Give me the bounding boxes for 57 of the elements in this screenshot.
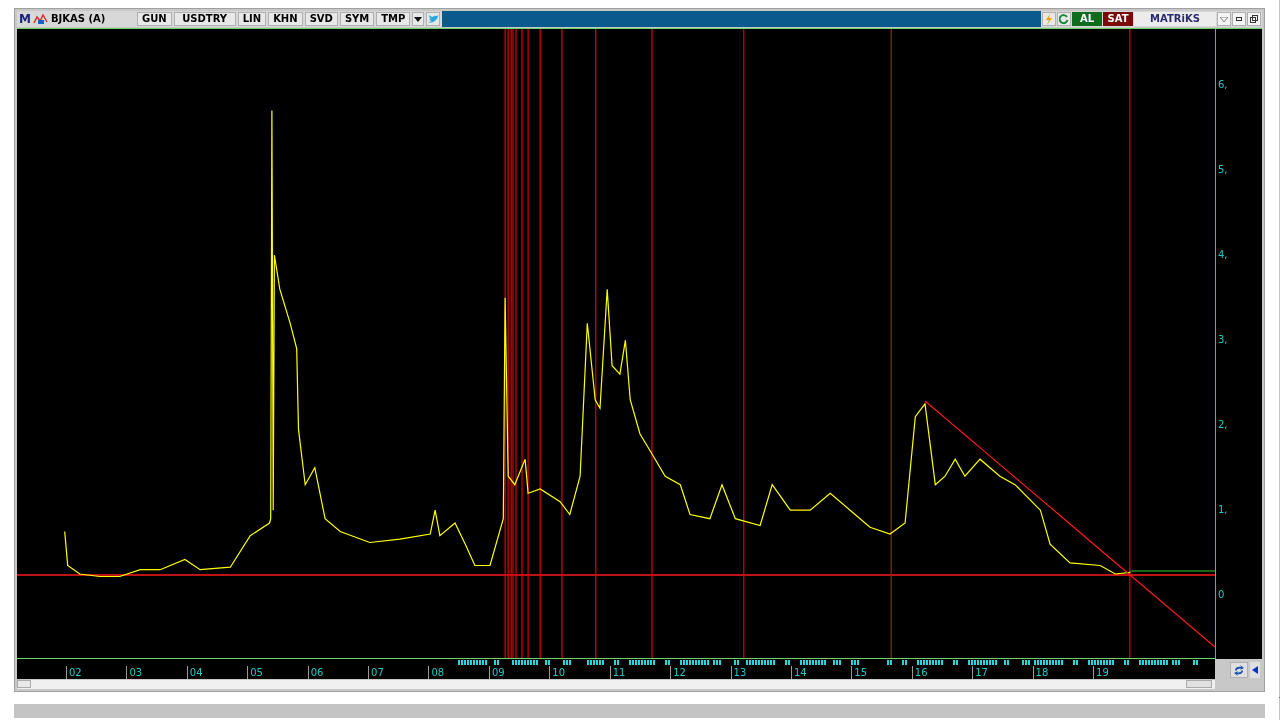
axis-label: 5, bbox=[1218, 165, 1228, 176]
toolbar-button[interactable]: KHN bbox=[268, 12, 303, 26]
axis-label: 3, bbox=[1218, 335, 1228, 346]
axis-label: 14 bbox=[790, 666, 807, 679]
axis-label: 0 bbox=[1218, 590, 1225, 601]
lightning-icon bbox=[1045, 13, 1053, 25]
refresh-button[interactable] bbox=[1057, 12, 1071, 26]
symbol-label[interactable]: BJKAS (A) bbox=[50, 13, 131, 25]
axis-label: 19 bbox=[1093, 666, 1109, 679]
axis-label: 03 bbox=[126, 666, 143, 679]
axis-label: 18 bbox=[1032, 666, 1049, 679]
buy-button[interactable]: AL bbox=[1072, 12, 1102, 26]
scroll-thumb[interactable] bbox=[1186, 680, 1212, 688]
restore-button[interactable] bbox=[1247, 12, 1261, 26]
scrollbar-track[interactable] bbox=[17, 680, 1215, 689]
refresh-icon bbox=[1059, 14, 1069, 24]
scroll-left-button[interactable] bbox=[1250, 662, 1260, 678]
axis-label: 13 bbox=[730, 666, 747, 679]
axis-label: 17 bbox=[972, 666, 988, 679]
sync-icon bbox=[1233, 664, 1245, 676]
app-logo: M bbox=[19, 12, 31, 26]
axis-label: 11 bbox=[609, 666, 626, 679]
brand-logo: MATRiKS bbox=[1134, 12, 1216, 26]
axis-label: 02 bbox=[66, 666, 82, 679]
axis-label: 16 bbox=[911, 666, 928, 679]
bird-icon bbox=[427, 14, 439, 24]
axis-label: 04 bbox=[186, 666, 203, 679]
toolbar-button[interactable]: SVD bbox=[304, 12, 338, 26]
toolbar-button[interactable]: LIN bbox=[237, 12, 267, 26]
axis-label: 06 bbox=[307, 666, 324, 679]
axis-label: 6, bbox=[1218, 80, 1228, 91]
restore-icon bbox=[1250, 15, 1258, 23]
axis-label: 09 bbox=[488, 666, 505, 679]
sell-button[interactable]: SAT bbox=[1103, 12, 1133, 26]
toolbar-button[interactable]: SYM bbox=[339, 12, 375, 26]
axis-label: 08 bbox=[428, 666, 445, 679]
axis-label: 2, bbox=[1218, 420, 1228, 431]
chart-icon bbox=[32, 13, 49, 25]
toolbar-button[interactable]: GUN bbox=[136, 12, 172, 26]
lightning-button[interactable] bbox=[1042, 12, 1056, 26]
axis-label: 4, bbox=[1218, 250, 1228, 261]
axis-label: 10 bbox=[549, 666, 566, 679]
minimize-icon bbox=[1236, 17, 1242, 21]
axis-label: 12 bbox=[670, 666, 686, 679]
triangle-left-icon bbox=[1252, 666, 1258, 674]
toolbar-button[interactable]: USDTRY bbox=[173, 12, 236, 26]
axis-label: 1, bbox=[1218, 505, 1228, 516]
axis-label: 05 bbox=[247, 666, 263, 679]
sync-button[interactable] bbox=[1230, 662, 1248, 678]
horizontal-scrollbar[interactable] bbox=[14, 704, 1265, 718]
caret-icon bbox=[414, 16, 423, 22]
axis-label: 07 bbox=[368, 666, 384, 679]
axis-label: 15 bbox=[851, 666, 868, 679]
triangle-down-icon bbox=[1220, 16, 1228, 22]
minimize-button[interactable] bbox=[1232, 12, 1246, 26]
dropdown-button[interactable] bbox=[412, 12, 425, 26]
toolbar-button[interactable]: TMP bbox=[376, 12, 411, 26]
